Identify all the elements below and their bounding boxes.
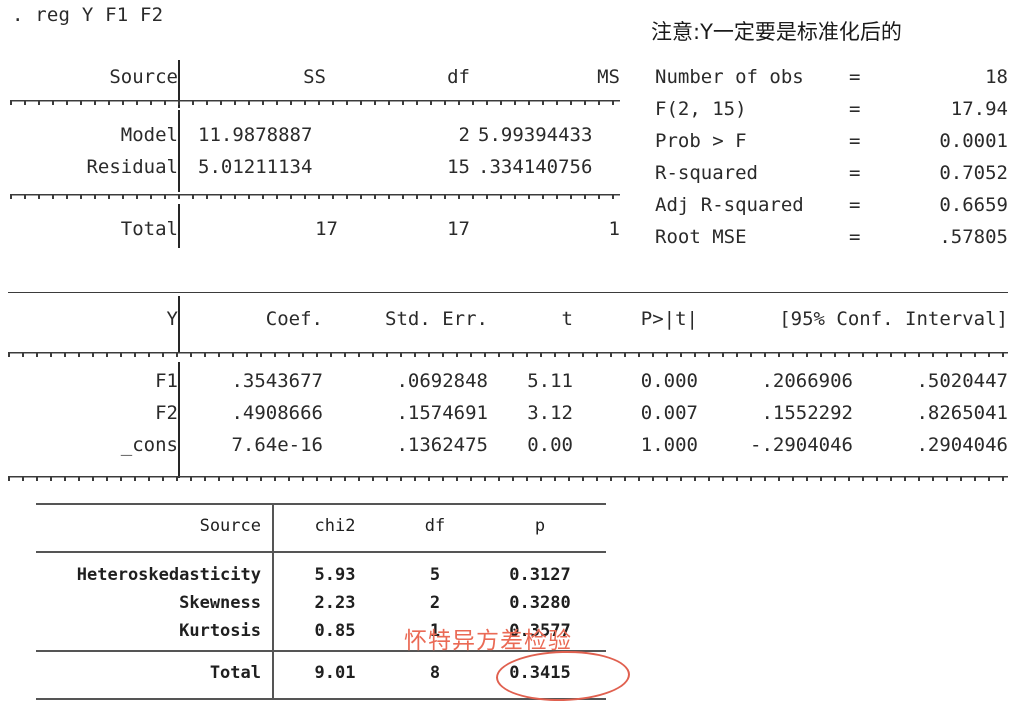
coef-row-F1-ci-low: .2066906: [761, 370, 853, 392]
coef-row-F1-t: 5.11: [527, 370, 573, 392]
white-test-row-skewness-chi2: 2.23: [314, 593, 356, 613]
coef-column-divider-body: [178, 362, 180, 478]
anova-rule-total: [10, 194, 620, 199]
white-test-header-source: Source: [199, 516, 261, 536]
coef-row-F2-p: 0.007: [640, 402, 698, 424]
anova-header-ss: SS: [303, 66, 326, 88]
white-test-header-p: p: [534, 516, 546, 536]
note-standardize-y: 注意:Y一定要是标准化后的: [651, 20, 902, 44]
coef-row-cons-coef: 7.64e-16: [231, 434, 323, 456]
model-stat-equals-root-mse: =: [849, 226, 861, 248]
white-test-total-df: 8: [429, 663, 441, 683]
white-test-row-skewness-label: Skewness: [179, 593, 261, 613]
white-test-header-chi2: chi2: [314, 516, 356, 536]
coef-row-cons-label: _cons: [120, 434, 178, 456]
anova-row-model-label: Model: [120, 124, 178, 146]
model-stat-label-adj-r-squared: Adj R-squared: [655, 194, 804, 216]
model-stat-label-root-mse: Root MSE: [655, 226, 747, 248]
coef-row-F2-label: F2: [155, 402, 178, 424]
coef-row-cons-ci-low: -.2904046: [750, 434, 853, 456]
coef-column-divider-top: [178, 296, 180, 352]
white-test-column-divider-total: [272, 650, 274, 698]
coef-row-cons-stderr: .1362475: [396, 434, 488, 456]
model-stat-label-number-of-obs: Number of obs: [655, 66, 804, 88]
coef-rule-header: [8, 352, 1008, 357]
anova-row-total-ss: 17: [315, 218, 338, 240]
coef-row-cons-t: 0.00: [527, 434, 573, 456]
coef-header-coef: Coef.: [265, 308, 323, 330]
anova-row-model-ms: 5.99394433: [478, 124, 593, 146]
annotation-white-test-label: 怀特异方差检验: [404, 628, 572, 654]
model-stat-equals-adj-r-squared: =: [849, 194, 861, 216]
white-test-row-kurtosis-label: Kurtosis: [179, 621, 261, 641]
coef-row-F1-coef: .3543677: [231, 370, 323, 392]
coef-row-F1-p: 0.000: [640, 370, 698, 392]
model-stat-equals-f-2-15: =: [849, 98, 861, 120]
model-stat-label-prob-f: Prob > F: [655, 130, 747, 152]
anova-column-divider-bottom: [178, 204, 180, 248]
anova-column-divider-mid: [178, 110, 180, 192]
white-test-row-heteroskedasticity-p: 0.3127: [509, 565, 571, 585]
coef-header-conf-interval: [95% Conf. Interval]: [779, 308, 1008, 330]
anova-header-source: Source: [109, 66, 178, 88]
white-test-row-heteroskedasticity-label: Heteroskedasticity: [76, 565, 261, 585]
model-stat-value-f-2-15: 17.94: [950, 98, 1008, 120]
coef-header-stderr: Std. Err.: [385, 308, 488, 330]
coef-row-F1-ci-high: .5020447: [916, 370, 1008, 392]
coef-rule-top: [8, 292, 1008, 293]
model-stat-value-r-squared: 0.7052: [939, 162, 1008, 184]
model-stat-value-adj-r-squared: 0.6659: [939, 194, 1008, 216]
coef-row-F2-stderr: .1574691: [396, 402, 488, 424]
model-stat-equals-r-squared: =: [849, 162, 861, 184]
coef-row-F2-coef: .4908666: [231, 402, 323, 424]
white-test-row-skewness-df: 2: [429, 593, 441, 613]
stata-command-line: . reg Y F1 F2: [12, 4, 164, 26]
model-stat-equals-number-of-obs: =: [849, 66, 861, 88]
anova-row-residual-ms: .334140756: [478, 156, 593, 178]
white-test-rule-bottom: [36, 698, 606, 700]
white-test-column-divider-body: [272, 551, 274, 650]
anova-header-ms: MS: [597, 66, 620, 88]
white-test-row-skewness-p: 0.3280: [509, 593, 571, 613]
anova-row-residual-df: 15: [447, 156, 470, 178]
white-test-rule-header: [36, 551, 606, 553]
white-test-row-heteroskedasticity-df: 5: [429, 565, 441, 585]
model-stat-value-number-of-obs: 18: [985, 66, 1008, 88]
anova-rule-header: [10, 100, 620, 105]
coef-header-p: P>|t|: [640, 308, 698, 330]
anova-header-df: df: [447, 66, 470, 88]
white-test-header-df: df: [424, 516, 446, 536]
anova-row-total-ms: 1: [608, 218, 620, 240]
annotation-highlight-ellipse: [495, 649, 631, 703]
white-test-total-chi2: 9.01: [314, 663, 356, 683]
coef-rule-bottom: [8, 476, 1008, 481]
white-test-column-divider-top: [272, 503, 274, 551]
anova-row-model-df: 2: [458, 124, 470, 146]
model-stat-equals-prob-f: =: [849, 130, 861, 152]
anova-row-total-df: 17: [447, 218, 470, 240]
coef-row-F2-ci-low: .1552292: [761, 402, 853, 424]
coef-row-F1-label: F1: [155, 370, 178, 392]
coef-header-depvar: Y: [166, 308, 178, 330]
model-stat-label-r-squared: R-squared: [655, 162, 758, 184]
coef-row-cons-ci-high: .2904046: [916, 434, 1008, 456]
white-test-total-label: Total: [209, 663, 261, 683]
white-test-row-kurtosis-chi2: 0.85: [314, 621, 356, 641]
coef-header-t: t: [561, 308, 573, 330]
coef-row-cons-p: 1.000: [640, 434, 698, 456]
model-stat-value-prob-f: 0.0001: [939, 130, 1008, 152]
anova-row-residual-label: Residual: [86, 156, 178, 178]
white-test-rule-top: [36, 503, 606, 505]
anova-row-total-label: Total: [120, 218, 178, 240]
model-stat-label-f-2-15: F(2, 15): [655, 98, 747, 120]
model-stat-value-root-mse: .57805: [939, 226, 1008, 248]
coef-row-F1-stderr: .0692848: [396, 370, 488, 392]
coef-row-F2-ci-high: .8265041: [916, 402, 1008, 424]
white-test-row-heteroskedasticity-chi2: 5.93: [314, 565, 356, 585]
coef-row-F2-t: 3.12: [527, 402, 573, 424]
